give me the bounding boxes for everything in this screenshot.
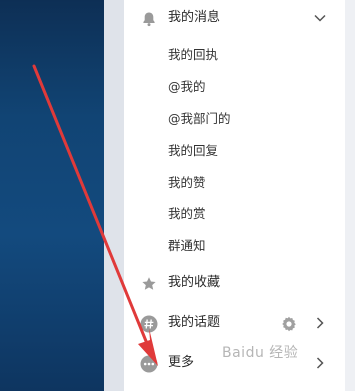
panel-gutter	[104, 0, 124, 391]
submenu-item-group-notices[interactable]: 群通知	[168, 233, 206, 259]
watermark: Baidu 经验	[222, 345, 299, 361]
star-icon	[140, 275, 158, 293]
menu-label-more: 更多	[168, 355, 195, 370]
chevron-right-icon[interactable]	[313, 316, 327, 330]
menu-label-my-topics: 我的话题	[168, 315, 221, 330]
menu-item-my-favorites[interactable]: 我的收藏	[124, 268, 345, 298]
submenu-item-receipts[interactable]: 我的回执	[168, 42, 218, 68]
submenu-item-likes[interactable]: 我的赞	[168, 170, 206, 196]
hash-icon	[140, 315, 158, 333]
right-scroll-gutter	[345, 0, 355, 391]
submenu-item-rewards[interactable]: 我的赏	[168, 201, 206, 227]
gear-icon[interactable]	[281, 316, 297, 332]
submenu-item-mentions[interactable]: @我的	[168, 74, 206, 100]
menu-item-my-topics[interactable]: 我的话题	[124, 308, 345, 338]
bell-icon	[140, 10, 158, 28]
submenu-item-dept-mentions[interactable]: @我部门的	[168, 106, 231, 132]
chevron-right-icon[interactable]	[313, 356, 327, 370]
menu-item-my-messages[interactable]: 我的消息	[124, 3, 345, 33]
chevron-down-icon[interactable]	[313, 11, 327, 25]
menu-label-my-messages: 我的消息	[168, 10, 221, 25]
more-icon	[140, 355, 158, 373]
menu-label-my-favorites: 我的收藏	[168, 275, 221, 290]
submenu-item-replies[interactable]: 我的回复	[168, 138, 218, 164]
side-menu-panel: 我的消息 我的回执 @我的 @我部门的 我的回复 我的赞 我的赏 群通知 我的收…	[124, 0, 345, 391]
